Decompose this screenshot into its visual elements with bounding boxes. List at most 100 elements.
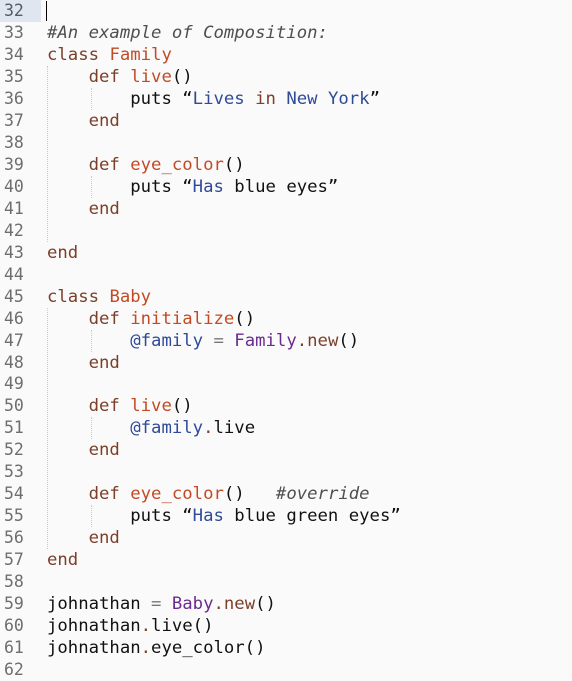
token-comment: #override xyxy=(275,484,370,505)
token-keyword: end xyxy=(88,440,120,461)
token-punct: . xyxy=(140,616,152,637)
token-punct: . xyxy=(140,638,152,659)
code-line[interactable]: 33 #An example of Composition: xyxy=(0,22,572,44)
token-op: = xyxy=(213,330,224,351)
code-line[interactable]: 34 class Family xyxy=(0,44,572,66)
code-line[interactable]: 57 end xyxy=(0,549,572,571)
token-keyword: end xyxy=(88,198,120,219)
token-keyword: class xyxy=(47,286,100,307)
code-line[interactable]: 60 johnathan.live() xyxy=(0,615,572,637)
code-line[interactable]: 43 end xyxy=(0,242,572,264)
code-line[interactable]: 46 def initialize() xyxy=(0,308,572,330)
token-keyword: in xyxy=(255,88,276,109)
code-line[interactable]: 58 xyxy=(0,571,572,593)
text-caret xyxy=(46,1,47,21)
token-plain: live xyxy=(213,418,256,439)
code-line[interactable]: 56 end xyxy=(0,527,572,549)
token-plain: ” xyxy=(369,88,380,109)
line-number: 49 xyxy=(4,374,24,394)
token-plain: () xyxy=(223,484,276,505)
code-line[interactable]: 54 def eye_color() #override xyxy=(0,483,572,505)
code-line[interactable]: 42 xyxy=(0,220,572,242)
code-line[interactable]: 45 class Baby xyxy=(0,286,572,308)
token-punct: .new xyxy=(213,594,256,615)
code-line[interactable]: 47 @family = Family.new() xyxy=(0,330,572,352)
code-line[interactable]: 35 def live() xyxy=(0,66,572,88)
line-number: 46 xyxy=(4,308,24,328)
code-text: def eye_color() xyxy=(47,154,245,176)
code-text: @family = Family.new() xyxy=(47,330,359,352)
line-number: 52 xyxy=(4,440,24,460)
token-const: York xyxy=(327,88,370,109)
token-name: initialize xyxy=(130,308,235,329)
token-name: Baby xyxy=(109,286,152,307)
code-text: johnathan.live() xyxy=(47,615,213,637)
token-op: = xyxy=(151,594,162,615)
token-punct: .new xyxy=(296,330,339,351)
line-number: 47 xyxy=(4,330,24,350)
line-number: 33 xyxy=(4,22,24,42)
code-line[interactable]: 50 def live() xyxy=(0,395,572,417)
token-plain: () xyxy=(234,308,256,329)
line-number: 39 xyxy=(4,154,24,174)
line-number: 59 xyxy=(4,594,24,614)
code-line[interactable]: 52 end xyxy=(0,439,572,461)
code-line[interactable]: 41 end xyxy=(0,198,572,220)
token-name: live xyxy=(130,66,172,87)
token-plain: puts “ xyxy=(47,176,193,197)
code-editor[interactable]: 32 33 #An example of Composition: 34 class F… xyxy=(0,0,572,679)
token-ivar: @family xyxy=(130,330,204,351)
code-line[interactable]: 39 def eye_color() xyxy=(0,154,572,176)
code-line[interactable]: 32 xyxy=(0,0,572,22)
code-text: puts “Lives in New York” xyxy=(47,88,380,110)
token-plain: puts “ xyxy=(47,88,193,109)
token-const: Lives xyxy=(192,88,245,109)
line-number: 36 xyxy=(4,88,24,108)
token-keyword: end xyxy=(88,110,120,131)
code-line[interactable]: 40 puts “Has blue eyes” xyxy=(0,176,572,198)
line-number: 51 xyxy=(4,418,24,438)
code-line[interactable]: 38 xyxy=(0,132,572,154)
token-const: Has xyxy=(192,176,224,197)
line-number: 35 xyxy=(4,66,24,86)
code-line[interactable]: 48 end xyxy=(0,352,572,374)
code-line[interactable]: 49 xyxy=(0,373,572,395)
code-line[interactable]: 44 xyxy=(0,264,572,286)
code-line[interactable]: 36 puts “Lives in New York” xyxy=(0,88,572,110)
indent-guide xyxy=(91,175,92,198)
code-line[interactable]: 61 johnathan.eye_color() xyxy=(0,637,572,659)
indent-guide xyxy=(91,505,92,528)
code-line[interactable]: 59 johnathan = Baby.new() xyxy=(0,593,572,615)
code-line[interactable]: 51 @family.live xyxy=(0,417,572,439)
token-name: eye_color xyxy=(130,484,224,505)
code-text: class Family xyxy=(47,44,172,66)
line-number: 43 xyxy=(4,242,24,262)
code-text: johnathan.eye_color() xyxy=(47,637,266,659)
code-line[interactable]: 37 end xyxy=(0,110,572,132)
token-ivar: @family xyxy=(130,418,204,439)
code-text: def initialize() xyxy=(47,308,255,330)
token-keyword: end xyxy=(88,528,120,549)
line-number: 54 xyxy=(4,484,24,504)
line-number: 37 xyxy=(4,110,24,130)
code-line[interactable]: 55 puts “Has blue green eyes” xyxy=(0,505,572,527)
code-line[interactable]: 53 xyxy=(0,461,572,483)
token-plain: () xyxy=(338,330,360,351)
token-keyword: def xyxy=(88,484,120,505)
token-plain: () xyxy=(171,66,193,87)
line-number: 48 xyxy=(4,352,24,372)
line-number: 38 xyxy=(4,132,24,152)
token-keyword: end xyxy=(88,352,120,373)
